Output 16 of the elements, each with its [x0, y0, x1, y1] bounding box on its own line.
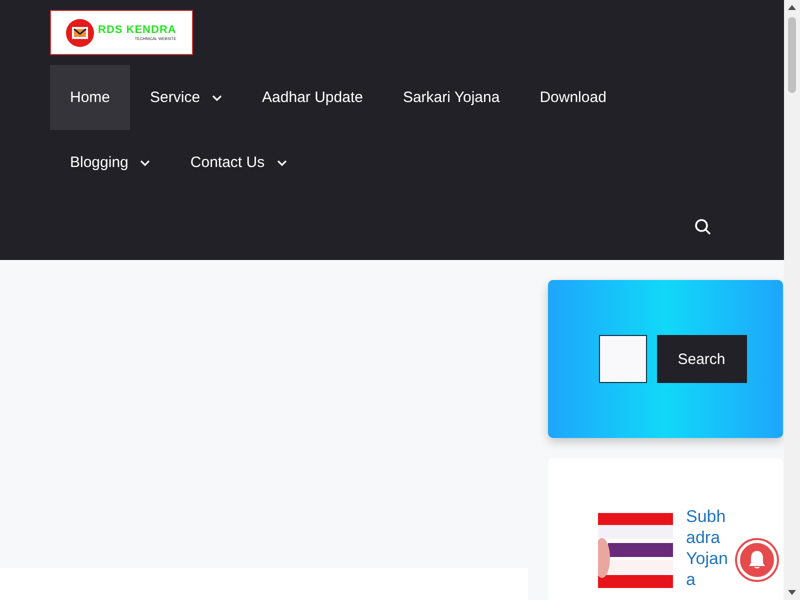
- nav-link[interactable]: Service: [130, 65, 242, 130]
- search-icon[interactable]: [694, 218, 712, 236]
- nav-link[interactable]: Download: [520, 65, 626, 130]
- scrollbar[interactable]: [784, 0, 800, 600]
- logo-title: RDS KENDRA: [98, 24, 176, 36]
- search-button[interactable]: Search: [656, 335, 746, 383]
- notification-bell-button[interactable]: [737, 540, 777, 580]
- post-link[interactable]: Subhadra Yojana: [686, 506, 732, 590]
- envelope-icon: [65, 18, 95, 48]
- bell-icon: [746, 549, 768, 571]
- nav-link[interactable]: Home: [50, 65, 130, 130]
- nav-link[interactable]: Blogging: [50, 130, 170, 195]
- nav-link[interactable]: Contact Us: [170, 130, 307, 195]
- nav-link[interactable]: Aadhar Update: [242, 65, 383, 130]
- nav-link[interactable]: Sarkari Yojana: [382, 65, 520, 130]
- search-field[interactable]: [598, 335, 646, 383]
